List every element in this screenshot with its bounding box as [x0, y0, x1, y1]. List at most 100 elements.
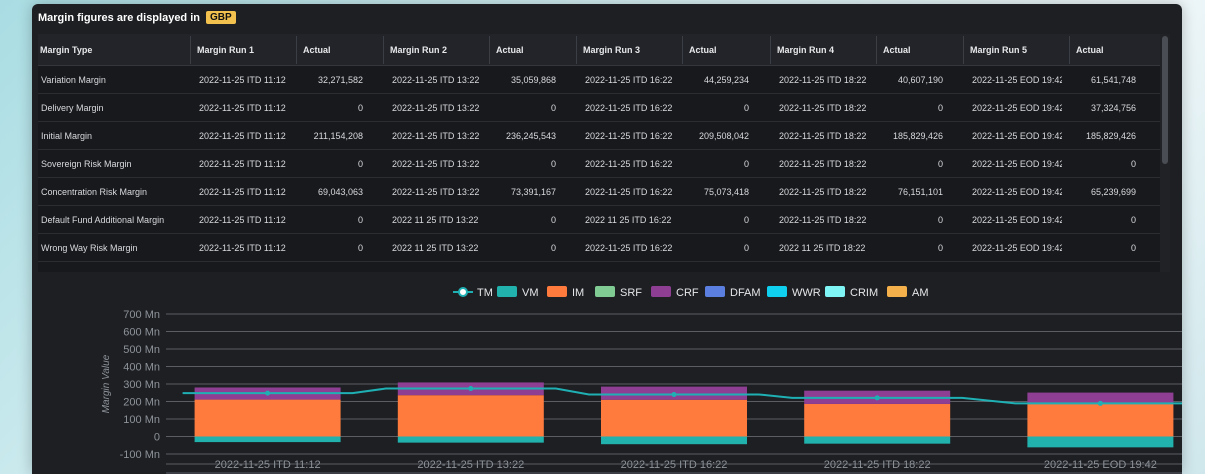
legend-item-dfam[interactable]: DFAM: [705, 286, 761, 299]
legend-swatch: [767, 286, 787, 297]
run-timestamp-cell: 2022-11-25 ITD 11:12: [199, 75, 286, 85]
y-axis-label: Margin Value: [101, 354, 112, 413]
table-row[interactable]: Initial Margin 2022-11-25 ITD 11:12 211,15…: [38, 122, 1170, 150]
column-header-5[interactable]: Margin Run 3: [583, 34, 640, 66]
actual-value-cell: 0: [357, 103, 363, 113]
table-row[interactable]: Delivery Margin 2022-11-25 ITD 11:12 0 2022…: [38, 94, 1170, 122]
actual-value-cell: 0: [743, 215, 749, 225]
margin-type-cell: Concentration Risk Margin: [41, 187, 148, 197]
column-separator[interactable]: [296, 36, 297, 64]
run-timestamp-cell: 2022-11-25 ITD 18:22: [779, 187, 867, 197]
legend-swatch: [705, 286, 725, 297]
column-header-8[interactable]: Actual: [883, 34, 911, 66]
table-row[interactable]: Variation Margin 2022-11-25 ITD 11:12 32,2…: [38, 66, 1170, 94]
column-separator[interactable]: [190, 36, 191, 64]
actual-value-cell: 0: [937, 243, 943, 253]
margin-type-cell: Sovereign Risk Margin: [41, 159, 132, 169]
column-header-4[interactable]: Actual: [496, 34, 524, 66]
run-timestamp-cell: 2022-11-25 ITD 13:22: [392, 131, 480, 141]
y-tick-label: 700 Mn: [123, 309, 160, 321]
actual-value-cell: 0: [550, 159, 556, 169]
legend-item-srf[interactable]: SRF: [595, 286, 642, 299]
table-row[interactable]: Default Fund Additional Margin 2022-11-25…: [38, 206, 1170, 234]
actual-value-cell: 0: [1130, 215, 1136, 225]
legend-label: TM: [477, 287, 493, 299]
run-timestamp-cell: 2022-11-25 ITD 18:22: [779, 75, 867, 85]
column-separator[interactable]: [963, 36, 964, 64]
column-separator[interactable]: [576, 36, 577, 64]
actual-value-cell: 75,073,418: [703, 187, 749, 197]
actual-value-cell: 37,324,756: [1090, 103, 1136, 113]
bar-vm: [1027, 436, 1174, 448]
table-row[interactable]: Wrong Way Risk Margin 2022-11-25 ITD 11:1…: [38, 234, 1170, 262]
actual-value-cell: 0: [550, 243, 556, 253]
y-tick-label: -100 Mn: [120, 449, 160, 461]
legend-item-vm[interactable]: VM: [497, 286, 539, 299]
actual-value-cell: 35,059,868: [510, 75, 556, 85]
table-row[interactable]: Concentration Risk Margin 2022-11-25 ITD …: [38, 178, 1170, 206]
column-header-1[interactable]: Margin Run 1: [197, 34, 254, 66]
column-separator[interactable]: [770, 36, 771, 64]
legend-item-im[interactable]: IM: [547, 286, 584, 299]
legend-item-tm[interactable]: TM: [453, 287, 493, 299]
column-separator[interactable]: [383, 36, 384, 64]
legend-label: CRIM: [850, 287, 878, 299]
run-timestamp-cell: 2022-11-25 EOD 19:42: [972, 243, 1062, 253]
actual-value-cell: 0: [1130, 159, 1136, 169]
actual-value-cell: 0: [937, 215, 943, 225]
legend-item-am[interactable]: AM: [887, 286, 929, 299]
column-header-2[interactable]: Actual: [303, 34, 331, 66]
column-header-3[interactable]: Margin Run 2: [390, 34, 447, 66]
bar-im: [397, 395, 544, 437]
x-tick-label: 2022-11-25 ITD 16:22: [621, 459, 728, 471]
run-timestamp-cell: 2022-11-25 ITD 11:12: [199, 131, 286, 141]
actual-value-cell: 76,151,101: [897, 187, 943, 197]
scrollbar-thumb[interactable]: [1162, 36, 1168, 164]
legend-label: IM: [572, 287, 584, 299]
actual-value-cell: 236,245,543: [505, 131, 556, 141]
column-header-0[interactable]: Margin Type: [40, 34, 92, 66]
run-timestamp-cell: 2022-11-25 ITD 11:12: [199, 159, 286, 169]
column-header-7[interactable]: Margin Run 4: [777, 34, 834, 66]
actual-value-cell: 0: [357, 215, 363, 225]
legend-swatch: [825, 286, 845, 297]
column-separator[interactable]: [682, 36, 683, 64]
bar-im: [194, 399, 341, 437]
tm-point: [671, 392, 677, 397]
column-separator[interactable]: [876, 36, 877, 64]
y-tick-label: 400 Mn: [123, 362, 160, 374]
actual-value-cell: 0: [743, 159, 749, 169]
actual-value-cell: 0: [1130, 243, 1136, 253]
column-separator[interactable]: [489, 36, 490, 64]
run-timestamp-cell: 2022-11-25 ITD 16:22: [585, 131, 673, 141]
y-tick-label: 0: [154, 432, 160, 444]
grid-vertical-scrollbar[interactable]: [1160, 34, 1170, 272]
legend-label: CRF: [676, 287, 699, 299]
actual-value-cell: 65,239,699: [1090, 187, 1136, 197]
legend-item-crim[interactable]: CRIM: [825, 286, 878, 299]
notice-text: Margin figures are displayed in: [38, 11, 200, 24]
actual-value-cell: 32,271,582: [317, 75, 363, 85]
tm-point: [265, 390, 271, 396]
currency-badge: GBP: [206, 11, 236, 24]
actual-value-cell: 0: [357, 243, 363, 253]
tm-point: [1097, 400, 1103, 406]
legend-item-crf[interactable]: CRF: [651, 286, 699, 299]
actual-value-cell: 0: [937, 159, 943, 169]
y-tick-label: 100 Mn: [123, 414, 160, 426]
actual-value-cell: 0: [550, 215, 556, 225]
run-timestamp-cell: 2022-11-25 ITD 11:12: [199, 243, 286, 253]
legend-item-wwr[interactable]: WWR: [767, 286, 821, 299]
run-timestamp-cell: 2022-11-25 ITD 13:22: [392, 159, 480, 169]
bar-vm: [601, 436, 747, 445]
legend-swatch: [547, 286, 567, 297]
column-header-6[interactable]: Actual: [689, 34, 717, 66]
column-header-10[interactable]: Actual: [1076, 34, 1104, 66]
y-tick-label: 200 Mn: [123, 397, 160, 409]
run-timestamp-cell: 2022-11-25 ITD 13:22: [392, 75, 480, 85]
bar-im: [804, 403, 951, 437]
column-header-9[interactable]: Margin Run 5: [970, 34, 1027, 66]
table-row[interactable]: Sovereign Risk Margin 2022-11-25 ITD 11:1…: [38, 150, 1170, 178]
column-separator[interactable]: [1069, 36, 1070, 64]
run-timestamp-cell: 2022-11-25 ITD 18:22: [779, 215, 867, 225]
